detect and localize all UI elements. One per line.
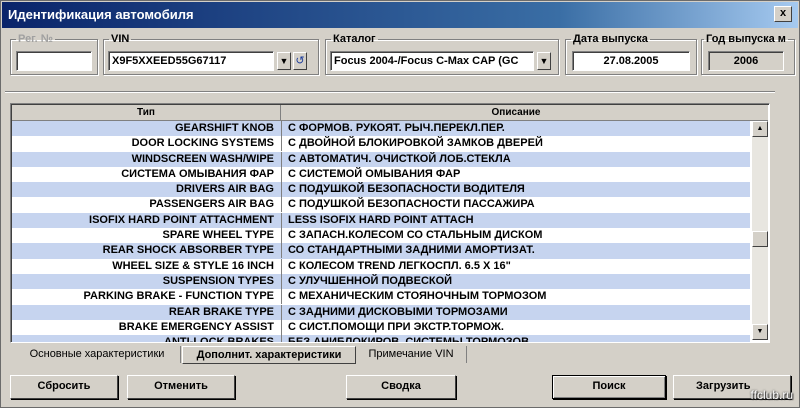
table-row[interactable]: REAR BRAKE TYPE С ЗАДНИМИ ДИСКОВЫМИ ТОРМО… [12,304,750,320]
chevron-down-icon: ▼ [279,56,289,66]
table-row[interactable]: PASSENGERS AIR BAG С ПОДУШКОЙ БЕЗОПАСНОСТ… [12,197,750,213]
cell-type: GEARSHIFT KNOB [175,122,274,134]
scroll-up-button[interactable]: ▲ [752,121,768,137]
column-header-description[interactable]: Описание [281,105,751,120]
catalog-dropdown-button[interactable]: ▼ [537,52,551,70]
tab-main-characteristics[interactable]: Основные характеристики [14,346,181,363]
vin-refresh-button[interactable]: ↺ [293,52,307,70]
table-row[interactable]: ANTI-LOCK BRAKES БЕЗ АНИБЛОКИРОВ. СИСТЕМЫ… [12,335,750,343]
cell-type: WINDSCREEN WASH/WIPE [131,152,274,165]
table-row[interactable]: SPARE WHEEL TYPE С ЗАПАСН.КОЛЕСОМ СО СТАЛ… [12,228,750,244]
cell-description: СО СТАНДАРТНЫМИ ЗАДНИМИ АМОРТИЗАТ. [281,243,748,259]
cell-description: С ДВОЙНОЙ БЛОКИРОВКОЙ ЗАМКОВ ДВЕРЕЙ [281,136,748,152]
title-bar: Идентификация автомобиля x [2,2,798,28]
arrow-up-icon: ▲ [756,125,764,132]
refresh-icon: ↺ [295,55,305,67]
window-title: Идентификация автомобиля [8,7,194,22]
cell-type: СИСТЕМА ОМЫВАНИЯ ФАР [121,167,274,180]
cell-type: PASSENGERS AIR BAG [149,198,274,211]
watermark: ffclub.ru [750,388,793,402]
cell-type: SUSPENSION TYPES [162,274,274,287]
scroll-thumb[interactable] [752,231,768,247]
catalog-select[interactable]: Focus 2004-/Focus C-Max CAP (GC [330,51,534,71]
cell-type: SPARE WHEEL TYPE [162,229,274,242]
cell-description: С ЗАДНИМИ ДИСКОВЫМИ ТОРМОЗАМИ [281,304,748,320]
cell-description: С ЗАПАСН.КОЛЕСОМ СО СТАЛЬНЫМ ДИСКОМ [281,228,748,244]
cell-description: С УЛУЧШЕННОЙ ПОДВЕСКОЙ [281,273,748,289]
reg-no-label: Рег. № [18,33,54,45]
table-row[interactable]: REAR SHOCK ABSORBER TYPE СО СТАНДАРТНЫМИ … [12,243,750,259]
table-row[interactable]: WINDSCREEN WASH/WIPE С АВТОМАТИЧ. ОЧИСТКО… [12,151,750,167]
table-header: Тип Описание [12,105,768,121]
cell-type: ISOFIX HARD POINT ATTACHMENT [89,213,274,226]
summary-button[interactable]: Сводка [346,375,456,399]
cell-type: ANTI-LOCK BRAKES [164,336,274,343]
table-row[interactable]: WHEEL SIZE & STYLE 16 INCH С КОЛЕСОМ TREN… [12,258,750,274]
scroll-down-button[interactable]: ▼ [752,324,768,340]
table-row[interactable]: BRAKE EMERGENCY ASSIST С СИСТ.ПОМОЩИ ПРИ … [12,319,750,336]
table-row[interactable]: SUSPENSION TYPES С УЛУЧШЕННОЙ ПОДВЕСКОЙ [12,273,750,290]
table-row[interactable]: DOOR LOCKING SYSTEMS С ДВОЙНОЙ БЛОКИРОВКО… [12,136,750,152]
cell-type: WHEEL SIZE & STYLE 16 INCH [112,259,274,272]
catalog-label: Каталог [333,33,376,45]
release-year-label: Год выпуска м [706,33,786,45]
cell-description: С АВТОМАТИЧ. ОЧИСТКОЙ ЛОБ.СТЕКЛА [281,151,748,167]
release-date-input[interactable]: 27.08.2005 [572,51,690,71]
cell-description: LESS ISOFIX HARD POINT ATTACH [281,212,748,228]
table-row[interactable]: PARKING BRAKE - FUNCTION TYPE С МЕХАНИЧЕС… [12,289,750,305]
release-date-label: Дата выпуска [573,33,648,45]
cell-type: DOOR LOCKING SYSTEMS [131,137,274,150]
cell-type: PARKING BRAKE - FUNCTION TYPE [83,290,274,303]
reset-button[interactable]: Сбросить [10,375,118,399]
vehicle-identification-window: Идентификация автомобиля x Рег. № VIN X9… [0,0,800,408]
table-row[interactable]: СИСТЕМА ОМЫВАНИЯ ФАР С СИСТЕМОЙ ОМЫВАНИЯ … [12,166,750,183]
cell-description: С СИСТ.ПОМОЩИ ПРИ ЭКСТР.ТОРМОЖ. [281,319,748,335]
chevron-down-icon: ▼ [539,56,549,66]
table-row[interactable]: DRIVERS AIR BAG С ПОДУШКОЙ БЕЗОПАСНОСТИ В… [12,182,750,198]
table-row[interactable]: GEARSHIFT KNOB С ФОРМОВ. РУКОЯТ. РЫЧ.ПЕРЕ… [12,121,750,137]
cell-type: REAR BRAKE TYPE [168,305,274,318]
characteristics-table: Тип Описание GEARSHIFT KNOB С ФОРМОВ. РУК… [10,103,770,343]
close-button[interactable]: x [774,6,792,22]
cell-type: DRIVERS AIR BAG [176,183,274,196]
tab-vin-note[interactable]: Примечание VIN [356,346,467,363]
cell-description: БЕЗ АНИБЛОКИРОВ. СИСТЕМЫ ТОРМОЗОВ [281,335,748,342]
table-row[interactable]: ISOFIX HARD POINT ATTACHMENT LESS ISOFIX … [12,212,750,229]
cell-type: BRAKE EMERGENCY ASSIST [118,320,274,333]
tab-additional-characteristics[interactable]: Дополнит. характеристики [182,346,356,364]
cell-description: С ФОРМОВ. РУКОЯТ. РЫЧ.ПЕРЕКЛ.ПЕР. [281,121,748,136]
cell-description: С ПОДУШКОЙ БЕЗОПАСНОСТИ ВОДИТЕЛЯ [281,182,748,198]
column-header-type[interactable]: Тип [12,105,281,120]
cell-description: С КОЛЕСОМ TREND ЛЕГКОСПЛ. 6.5 X 16" [281,258,748,274]
vin-input[interactable]: X9F5XXEED55G67117 [108,51,274,71]
cell-type: REAR SHOCK ABSORBER TYPE [102,244,274,257]
vin-label: VIN [111,33,130,45]
separator [5,91,775,93]
table-body: GEARSHIFT KNOB С ФОРМОВ. РУКОЯТ. РЫЧ.ПЕРЕ… [12,121,750,343]
reg-no-input[interactable] [16,51,92,71]
search-button[interactable]: Поиск [552,375,666,399]
vertical-scrollbar[interactable]: ▲ ▼ [752,121,768,340]
cell-description: С ПОДУШКОЙ БЕЗОПАСНОСТИ ПАССАЖИРА [281,197,748,213]
arrow-down-icon: ▼ [756,328,764,335]
cancel-button[interactable]: Отменить [127,375,235,399]
cell-description: С МЕХАНИЧЕСКИМ СТОЯНОЧНЫМ ТОРМОЗОМ [281,289,748,305]
vin-dropdown-button[interactable]: ▼ [277,52,291,70]
release-year-value: 2006 [708,51,784,71]
cell-description: С СИСТЕМОЙ ОМЫВАНИЯ ФАР [281,166,748,182]
